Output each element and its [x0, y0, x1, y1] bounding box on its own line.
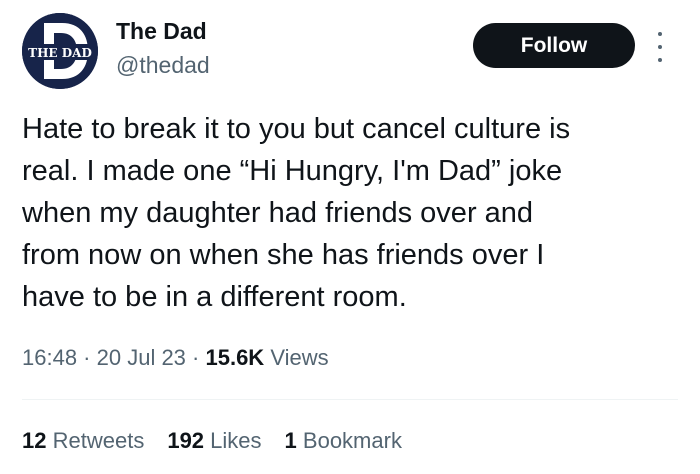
avatar[interactable]: THE DAD: [22, 13, 98, 89]
display-name[interactable]: The Dad: [116, 18, 207, 45]
views-label: Views: [270, 345, 329, 370]
tweet-line: real. I made one “Hi Hungry, I'm Dad” jo…: [22, 155, 563, 187]
bookmarks-label: Bookmark: [302, 428, 402, 453]
tweet-date[interactable]: 20 Jul 23: [97, 345, 186, 370]
divider: [22, 399, 678, 400]
bookmarks-stat[interactable]: 1 Bookmark: [285, 428, 402, 454]
more-options-icon[interactable]: [650, 32, 670, 62]
more-dot: [658, 58, 662, 62]
user-handle[interactable]: @thedad: [116, 52, 210, 79]
tweet-meta: 16:48 · 20 Jul 23 · 15.6K Views: [22, 345, 329, 371]
engagement-stats: 12 Retweets 192 Likes 1 Bookmark: [22, 428, 402, 454]
likes-count: 192: [167, 428, 205, 453]
tweet-line: from now on when she has friends over I: [22, 239, 545, 271]
tweet-time[interactable]: 16:48: [22, 345, 77, 370]
likes-stat[interactable]: 192 Likes: [167, 428, 261, 454]
follow-button[interactable]: Follow: [473, 23, 635, 68]
more-dot: [658, 45, 662, 49]
tweet-line: when my daughter had friends over and: [22, 197, 534, 229]
the-dad-logo: THE DAD: [22, 13, 98, 89]
meta-separator: ·: [77, 345, 97, 370]
tweet-text: Hate to break it to you but cancel cultu…: [22, 108, 682, 318]
views-count: 15.6K: [205, 345, 265, 370]
meta-separator: ·: [185, 345, 206, 370]
more-dot: [658, 32, 662, 36]
retweets-count: 12: [22, 428, 47, 453]
likes-label: Likes: [210, 428, 262, 453]
bookmarks-count: 1: [284, 428, 297, 453]
tweet-line: Hate to break it to you but cancel cultu…: [22, 113, 571, 145]
tweet-line: have to be in a different room.: [22, 281, 407, 313]
retweets-stat[interactable]: 12 Retweets: [22, 428, 144, 454]
retweets-label: Retweets: [52, 428, 145, 453]
avatar-logo-text: THE DAD: [28, 46, 92, 60]
